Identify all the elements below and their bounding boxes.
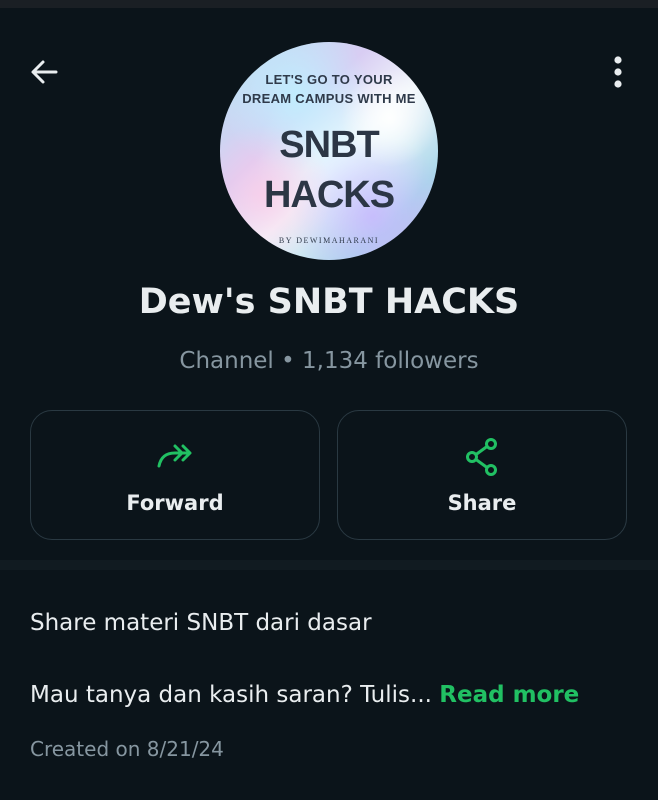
description-line-1: Share materi SNBT dari dasar (30, 610, 372, 636)
channel-followers: Channel • 1,134 followers (179, 348, 479, 374)
description-line-2: Mau tanya dan kasih saran? Tulis... Read… (30, 678, 579, 712)
avatar-tagline: LET'S GO TO YOUR DREAM CAMPUS WITH ME (242, 72, 416, 106)
more-vertical-icon (614, 56, 622, 88)
arrow-left-icon (31, 60, 58, 84)
back-button[interactable] (18, 46, 70, 98)
forward-icon (157, 444, 192, 468)
channel-info-screen: LET'S GO TO YOUR DREAM CAMPUS WITH ME SN… (0, 0, 658, 800)
forward-button[interactable]: Forward (30, 410, 320, 540)
channel-avatar[interactable]: LET'S GO TO YOUR DREAM CAMPUS WITH ME SN… (220, 42, 438, 260)
avatar-title: SNBT HACKS (263, 124, 395, 216)
status-bar-strip (0, 0, 658, 8)
description-text: Mau tanya dan kasih saran? Tulis... (30, 682, 432, 708)
channel-header: LET'S GO TO YOUR DREAM CAMPUS WITH ME SN… (0, 8, 658, 560)
avatar-byline: BY DEWIMAHARANI (278, 236, 380, 245)
section-divider (0, 560, 658, 570)
created-date: Created on 8/21/24 (30, 737, 224, 761)
share-label: Share (447, 491, 517, 515)
more-options-button[interactable] (596, 46, 640, 98)
channel-name: Dew's SNBT HACKS (138, 282, 520, 322)
share-icon (466, 438, 497, 476)
share-button[interactable]: Share (337, 410, 627, 540)
channel-description: Share materi SNBT dari dasar Mau tanya d… (0, 570, 658, 800)
forward-label: Forward (126, 491, 224, 515)
read-more-link[interactable]: Read more (439, 682, 579, 708)
